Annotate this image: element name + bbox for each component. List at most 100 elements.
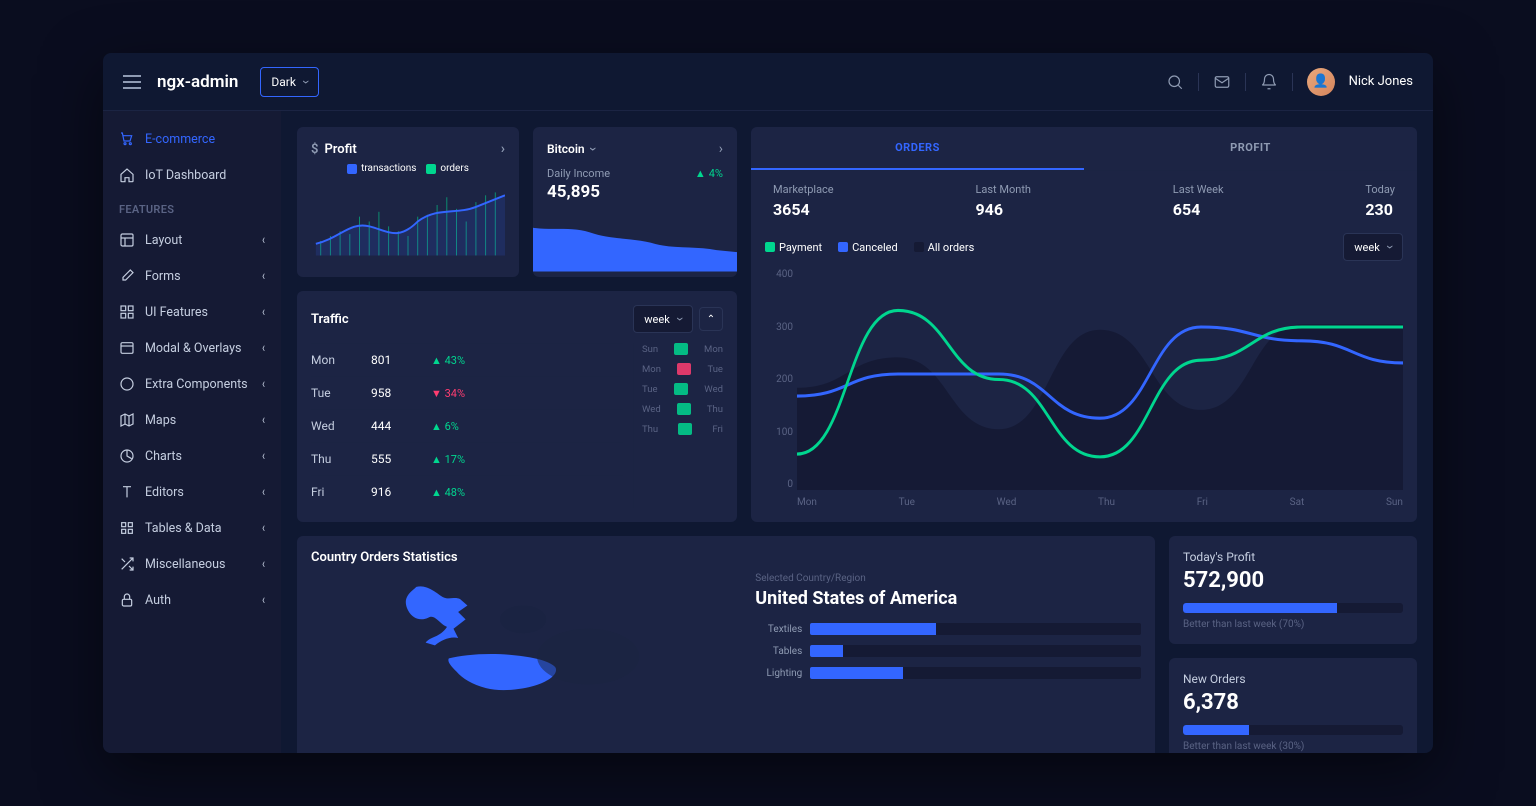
chevron-left-icon: ‹ [262, 268, 265, 283]
sidebar-item-label: Miscellaneous [145, 557, 225, 572]
sidebar-item-label: UI Features [145, 305, 208, 320]
sidebar-item-charts[interactable]: Charts ‹ [103, 438, 281, 474]
delta-up: ▲ 4% [695, 167, 723, 180]
mail-icon[interactable] [1213, 73, 1231, 91]
topbar: ngx-admin Dark 👤 Nick Jones [103, 53, 1433, 111]
chevron-left-icon: ‹ [262, 412, 265, 427]
sidebar-item-label: Editors [145, 485, 184, 500]
brand-title: ngx-admin [157, 72, 238, 92]
sidebar-item-extra-components[interactable]: Extra Components ‹ [103, 366, 281, 402]
sidebar-item-label: Layout [145, 233, 182, 248]
traffic-title: Traffic [311, 312, 349, 327]
shuffle-icon [119, 556, 135, 572]
traffic-row: Fri916▲ 48% [311, 475, 623, 508]
tab-orders[interactable]: ORDERS [751, 127, 1084, 170]
sidebar-item-label: Charts [145, 449, 182, 464]
collapse-icon[interactable]: ⌃ [699, 307, 723, 331]
sidebar-item-label: Maps [145, 413, 176, 428]
avatar[interactable]: 👤 [1307, 68, 1335, 96]
traffic-card: Traffic week ⌃ Mon801▲ 43%Tue958▼ 34%Wed… [297, 291, 737, 522]
sidebar-item-miscellaneous[interactable]: Miscellaneous‹ [103, 546, 281, 582]
world-map[interactable] [311, 573, 735, 752]
grid-icon [119, 304, 135, 320]
home-icon [119, 167, 135, 183]
sidebar-item-label: Extra Components [145, 377, 248, 392]
search-icon[interactable] [1166, 73, 1184, 91]
category-bar: Textiles [755, 623, 1141, 635]
chevron-left-icon: ‹ [262, 484, 265, 499]
traffic-period-selector[interactable]: week [633, 305, 693, 333]
chevron-left-icon: ‹ [262, 592, 265, 607]
sidebar-item-ui-features[interactable]: UI Features ‹ [103, 294, 281, 330]
menu-toggle-icon[interactable] [123, 75, 141, 89]
category-bar: Lighting [755, 667, 1141, 679]
legend-item: orders [426, 163, 469, 174]
sidebar-item-maps[interactable]: Maps ‹ [103, 402, 281, 438]
legend-item: transactions [347, 163, 416, 174]
stat-card: New Orders6,378Better than last week (30… [1169, 658, 1417, 753]
sidebar: E-commerce IoT Dashboard FEATURES Layout ‹… [103, 111, 281, 753]
sidebar-item-forms[interactable]: Forms ‹ [103, 258, 281, 294]
app-shell: ngx-admin Dark 👤 Nick Jones E-commerce Io… [103, 53, 1433, 753]
theme-selector[interactable]: Dark [260, 67, 319, 97]
period-selector[interactable]: week [1343, 233, 1403, 261]
chevron-left-icon: ‹ [262, 232, 265, 247]
tab-profit[interactable]: PROFIT [1084, 127, 1417, 170]
map-icon [119, 412, 135, 428]
cart-icon [119, 131, 135, 147]
sidebar-item-modal-overlays[interactable]: Modal & Overlays‹ [103, 330, 281, 366]
message-icon [119, 376, 135, 392]
more-icon[interactable]: › [501, 141, 505, 157]
chevron-left-icon: ‹ [262, 520, 265, 535]
traffic-row: Thu555▲ 17% [311, 442, 623, 475]
sidebar-item-label: Auth [145, 593, 171, 608]
country-title: Country Orders Statistics [311, 550, 1141, 565]
currency-selector[interactable]: Bitcoin [547, 141, 595, 157]
side-stats: Today's Profit572,900Better than last we… [1169, 536, 1417, 753]
chevron-down-icon [304, 74, 308, 90]
traffic-mini-row: WedThu [642, 403, 723, 415]
legend-item[interactable]: All orders [914, 241, 975, 254]
nav-section-header: FEATURES [103, 193, 281, 222]
delta-down: ▼ 34% [431, 387, 465, 400]
chevron-left-icon: ‹ [262, 304, 265, 319]
legend-item[interactable]: Payment [765, 241, 822, 254]
legend-item[interactable]: Canceled [838, 241, 898, 254]
sidebar-item-tables-data[interactable]: Tables & Data‹ [103, 510, 281, 546]
more-icon[interactable]: › [719, 141, 723, 157]
bell-icon[interactable] [1260, 73, 1278, 91]
tables-icon [119, 520, 135, 536]
sidebar-item-auth[interactable]: Auth ‹ [103, 582, 281, 618]
sidebar-item-layout[interactable]: Layout ‹ [103, 222, 281, 258]
orders-card: ORDERSPROFIT Marketplace3654Last Month94… [751, 127, 1417, 522]
sidebar-item-label: E-commerce [145, 132, 215, 147]
sidebar-item-e-commerce[interactable]: E-commerce [103, 121, 281, 157]
profit-title: Profit [324, 142, 356, 157]
delta-up: ▲ 43% [431, 354, 465, 367]
selected-country-label: Selected Country/Region [755, 573, 1141, 584]
sidebar-item-editors[interactable]: Editors ‹ [103, 474, 281, 510]
delta-up: ▲ 48% [431, 486, 465, 499]
country-orders-card: Country Orders Statistics Selected Cou [297, 536, 1155, 753]
theme-label: Dark [271, 75, 296, 89]
selected-country-name: United States of America [755, 588, 1141, 609]
lock-icon [119, 592, 135, 608]
sidebar-item-label: Modal & Overlays [145, 341, 241, 356]
sidebar-item-label: Forms [145, 269, 181, 284]
chevron-left-icon: ‹ [262, 448, 265, 463]
chevron-left-icon: ‹ [262, 376, 265, 391]
sidebar-item-label: IoT Dashboard [145, 168, 226, 183]
pie-icon [119, 448, 135, 464]
metric: Last Week654 [1173, 183, 1224, 219]
daily-income-value: 45,895 [547, 182, 610, 202]
sidebar-item-iot-dashboard[interactable]: IoT Dashboard [103, 157, 281, 193]
traffic-mini-row: ThuFri [642, 423, 723, 435]
bitcoin-chart [533, 210, 737, 277]
chevron-down-icon [1388, 239, 1392, 255]
metric: Marketplace3654 [773, 183, 834, 219]
traffic-mini-row: TueWed [642, 383, 723, 395]
traffic-mini-row: SunMon [642, 343, 723, 355]
traffic-row: Mon801▲ 43% [311, 343, 623, 376]
traffic-row: Wed444▲ 6% [311, 409, 623, 442]
category-bar: Tables [755, 645, 1141, 657]
